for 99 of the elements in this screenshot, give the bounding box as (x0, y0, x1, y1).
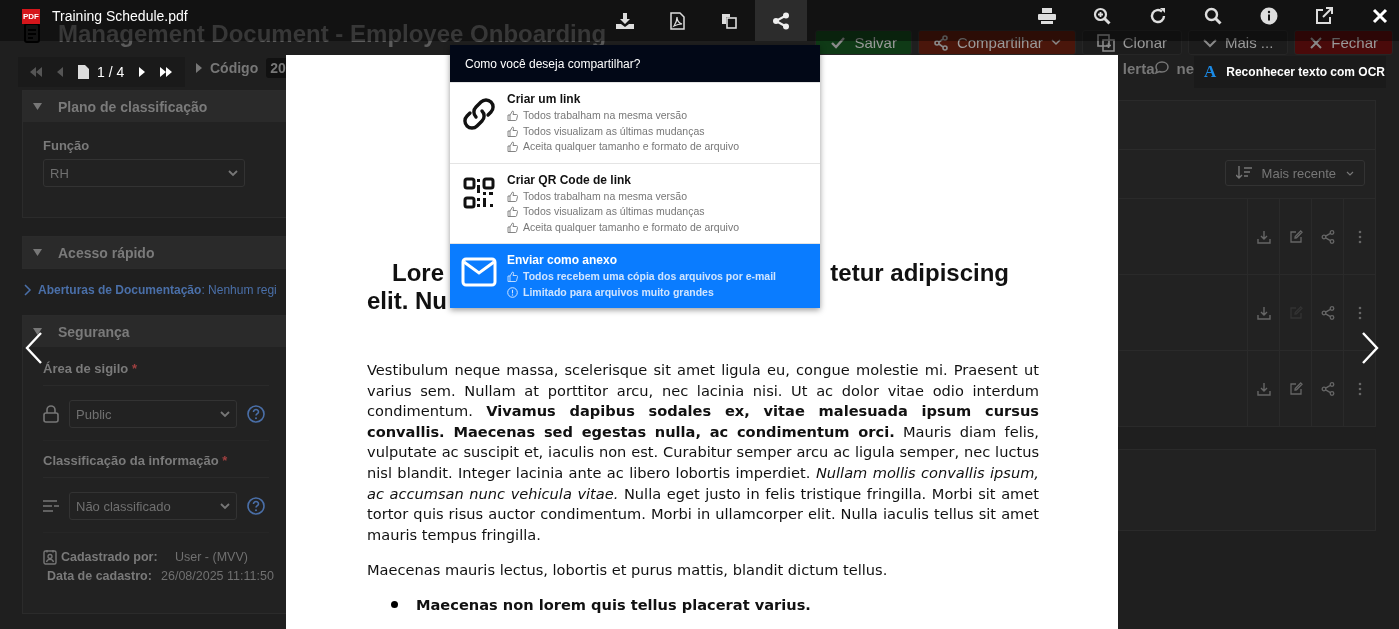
chevron-icon (220, 410, 230, 418)
triangle-icon (139, 67, 146, 77)
page-icon (78, 65, 89, 79)
link-icon (460, 96, 497, 132)
comment-icon (1154, 60, 1171, 76)
document-icon (24, 23, 40, 43)
external-link-icon (1315, 6, 1334, 25)
section-header[interactable]: Segurança (23, 316, 289, 347)
field-label: Área de sigilo * (43, 361, 137, 376)
rotate-icon (1148, 6, 1167, 25)
qr-code-icon (462, 176, 495, 209)
section-header[interactable]: Acesso rápido (23, 237, 289, 268)
share-icon (772, 11, 790, 30)
double-triangle-icon (159, 67, 174, 77)
action-button[interactable]: Salvar (815, 30, 912, 55)
pdf-file-icon (669, 11, 685, 30)
header-link[interactable]: lerta (1122, 59, 1155, 77)
ocr-button[interactable]: A Reconhecer texto com OCR (1194, 56, 1386, 88)
printer-icon (1037, 7, 1056, 24)
copy-icon (721, 12, 737, 29)
thumbs-up-icon (507, 221, 518, 233)
document-heading: Lore (392, 259, 444, 287)
download-icon (616, 12, 634, 29)
close-icon (1371, 7, 1388, 24)
caret-icon (196, 63, 202, 73)
quick-access-note: : Nenhum regi (201, 283, 277, 297)
chevron-icon (1202, 37, 1217, 48)
menu-title: Como você deseja compartilhar? (450, 45, 820, 82)
search-icon (1204, 6, 1223, 25)
share-button[interactable] (755, 0, 807, 41)
share-option[interactable]: Criar um link Todos trabalham na mesma versão Todos visualizam as últimas mudanças Aceita qualquer tamanho e formato de arquivo (450, 82, 820, 163)
meta-label: Data de cadastro: (47, 569, 153, 583)
download-icon[interactable] (1256, 381, 1271, 396)
thumbs-up-icon (507, 206, 518, 218)
triangle-icon (57, 67, 63, 77)
share-icon[interactable] (1320, 229, 1335, 244)
bullet-icon (391, 600, 398, 608)
select-field[interactable]: RH (43, 159, 245, 187)
share-icon[interactable] (1320, 381, 1335, 396)
thumbs-up-icon (507, 110, 518, 122)
action-button[interactable]: Mais ... (1187, 30, 1289, 55)
sort-button[interactable]: Mais recente (1224, 160, 1365, 186)
zoom-in-icon (1093, 6, 1112, 25)
share-icon[interactable] (1320, 305, 1335, 320)
info-icon (1259, 6, 1278, 25)
document-paragraph: Vestibulum neque massa, scelerisque sit amet ligula eu, congue molestie mi. Praesent ut varius sem. Nullam at porttitor arcu, nec lacinia nisi. Ut ac dolor vitae odio interdum condimentum. Vivamus dapibus sodales ex, vitae malesuada ipsum cursus convallis. Maecenas sed egestas nulla, ac condimentum orci. Mauris diam felis, vulputate ac suscipit et, iaculis non est. Curabitur semper arcu ac ligula semper, nec luctus nisl blandit. Integer lacinia ante ac libero lobortis imperdiet. Nullam mollis convallis ipsum, ac accumsan nunc vehicula vitae. Nulla eget justo in felis tristique fringilla. Morbi sit amet tortor quis risus auctor condimentum. Morbi in ullamcorper elit. Nulla iaculis tellus sit amet mauris tempus fringilla. (367, 360, 1039, 545)
page-counter: 1 / 4 (97, 64, 125, 80)
more-icon[interactable] (1357, 229, 1362, 244)
more-icon[interactable] (1357, 305, 1362, 320)
field-label: Função (43, 138, 91, 153)
caret-icon (1050, 39, 1061, 46)
sort-icon (1235, 166, 1252, 180)
close-icon (1309, 35, 1324, 50)
share-option[interactable]: Enviar como anexo Todos recebem uma cópia dos arquivos por e-mail Limitado para arquivos muito grandes (450, 243, 820, 308)
info-icon (507, 286, 518, 298)
download-icon[interactable] (1256, 305, 1271, 320)
chevron-icon (24, 284, 32, 296)
document-heading: tetur adipiscing (830, 259, 1009, 287)
lock-icon (43, 405, 59, 423)
help-icon[interactable] (247, 497, 265, 515)
section-header[interactable]: Plano de classificação (23, 91, 289, 122)
chevron-icon (228, 169, 238, 177)
envelope-icon (460, 257, 497, 287)
check-icon (830, 35, 847, 50)
caret-icon (33, 249, 42, 256)
meta-value: User - (MVV) (175, 550, 248, 564)
caret-icon (33, 103, 42, 110)
thumbs-up-icon (507, 190, 518, 202)
chevron-icon (1346, 170, 1354, 176)
share-icon (932, 34, 949, 51)
document-paragraph: Maecenas mauris lectus, lobortis et purus mattis, blandit dictum tellus. (367, 560, 889, 581)
bullet-text: Maecenas non lorem quis tellus placerat varius. (416, 595, 811, 613)
thumbs-up-icon (507, 125, 518, 137)
help-icon[interactable] (247, 405, 265, 423)
pdf-badge: PDF (22, 9, 40, 24)
download-icon[interactable] (1256, 229, 1271, 244)
chevron-icon (220, 502, 230, 510)
thumbs-up-icon (507, 271, 518, 283)
header-link[interactable]: ne (1176, 59, 1194, 77)
action-button[interactable]: Fechar (1294, 30, 1393, 55)
file-name: Training Schedule.pdf (52, 8, 188, 24)
document-heading: elit. Nu (367, 287, 447, 314)
action-button[interactable]: Compartilhar (917, 30, 1076, 55)
action-button[interactable]: Clonar (1081, 30, 1182, 55)
field-label: Classificação da informação * (43, 453, 228, 468)
lines-icon (43, 499, 59, 513)
user-icon (43, 549, 57, 565)
more-icon[interactable] (1357, 381, 1362, 396)
edit-icon[interactable] (1288, 229, 1303, 244)
thumbs-up-icon (507, 141, 518, 153)
edit-icon[interactable] (1288, 381, 1303, 396)
clone-icon (1096, 33, 1115, 52)
double-triangle-icon (29, 67, 43, 77)
select-field[interactable]: Não classificado (69, 492, 237, 520)
select-field[interactable]: Public (69, 400, 237, 428)
breadcrumb-link[interactable]: Código (210, 60, 259, 76)
meta-label: Cadastrado por: (61, 550, 159, 564)
caret-icon (33, 328, 42, 335)
meta-value: 26/08/2025 11:11:50 (161, 569, 274, 583)
